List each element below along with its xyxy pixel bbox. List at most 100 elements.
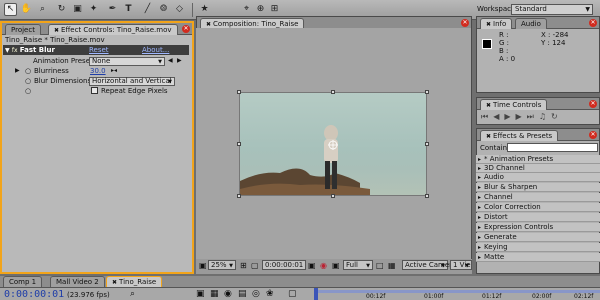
layer-handle-br[interactable] (425, 194, 429, 198)
layer-handle-bc[interactable] (331, 194, 335, 198)
fx-toggle-icon[interactable]: fx (12, 47, 18, 54)
view-layout-dropdown[interactable]: 1 View (450, 260, 472, 270)
blurriness-value[interactable]: 30.0 (90, 66, 106, 76)
close-tab-icon[interactable]: ✖ (486, 21, 491, 28)
blur-dimensions-dropdown[interactable]: Horizontal and Vertical (89, 77, 175, 86)
effects-list-item[interactable]: Blur & Sharpen (476, 183, 600, 192)
first-frame-icon[interactable]: ⏮ (481, 112, 493, 121)
stopwatch-icon[interactable]: ○ (25, 76, 31, 86)
layer-handle-ml[interactable] (237, 142, 241, 146)
zoom-dropdown[interactable]: 25% (208, 260, 236, 270)
clone-stamp-tool[interactable]: ⨷ (157, 3, 170, 16)
hide-shy-layers-icon[interactable]: ◉ (224, 289, 232, 299)
brush-tool[interactable]: ╱ (141, 3, 154, 16)
contains-search-input[interactable] (507, 143, 598, 152)
current-time-display[interactable]: 0:00:00:01 (262, 260, 307, 270)
show-channel-icon[interactable]: ◉ (320, 261, 327, 270)
about-link[interactable]: About... (142, 45, 169, 55)
zoom-tool[interactable]: ⌕ (36, 3, 49, 16)
tab-project[interactable]: Project (5, 24, 41, 35)
motion-blur-icon[interactable]: ◎ (252, 289, 260, 299)
selection-tool[interactable]: ↖ (4, 3, 17, 16)
effects-list-item[interactable]: * Animation Presets (476, 155, 600, 164)
snapshot-icon[interactable]: ▣ (308, 261, 316, 270)
region-of-interest-icon[interactable]: □ (376, 261, 384, 270)
puppet-tool[interactable]: ★ (198, 3, 211, 16)
transparency-grid-icon[interactable]: ▦ (388, 261, 396, 270)
close-panel-icon[interactable]: ✕ (461, 19, 469, 27)
timeline-search-icon[interactable]: ⌕ (130, 289, 135, 299)
brainstorm-icon[interactable]: ❀ (266, 289, 274, 299)
composition-viewer[interactable] (196, 28, 471, 259)
effects-list-item[interactable]: Channel (476, 193, 600, 202)
next-frame-icon[interactable]: ▶ (516, 112, 527, 121)
effects-list-item[interactable]: Expression Controls (476, 223, 600, 232)
effects-list-item[interactable]: Matte (476, 253, 600, 262)
resolution-dropdown[interactable]: Full (343, 260, 373, 270)
last-frame-icon[interactable]: ⏭ (527, 112, 539, 121)
tab-effect-controls[interactable]: ✖ Effect Controls: Tino_Raise.mov (48, 24, 178, 35)
disclosure-triangle-icon[interactable]: ▼ (5, 47, 10, 54)
video-frame[interactable] (239, 92, 427, 196)
close-panel-icon[interactable]: ✕ (589, 131, 597, 139)
timeline-timecode[interactable]: 0:00:00:01 (4, 289, 64, 300)
stopwatch-icon[interactable]: ○ (25, 66, 31, 76)
effects-list-item[interactable]: 3D Channel (476, 164, 600, 173)
tab-comp-1[interactable]: Comp 1 (3, 276, 43, 287)
type-tool[interactable]: T (122, 3, 135, 16)
layer-handle-tl[interactable] (237, 90, 241, 94)
eraser-tool[interactable]: ◇ (173, 3, 186, 16)
preset-next-icon[interactable]: ▶ (177, 56, 182, 66)
draft-3d-icon[interactable]: ▦ (210, 289, 219, 299)
axis-mode-view[interactable]: ⊞ (268, 3, 281, 16)
prev-frame-icon[interactable]: ◀ (493, 112, 504, 121)
effects-list-item[interactable]: Distort (476, 213, 600, 222)
workspace-dropdown[interactable]: Standard (511, 4, 593, 15)
tab-info[interactable]: ✖ Info (480, 18, 513, 29)
layer-handle-tc[interactable] (331, 90, 335, 94)
tab-mall-video-2[interactable]: Mall Video 2 (50, 276, 105, 287)
audio-icon[interactable]: ♫ (539, 112, 551, 121)
animation-presets-dropdown[interactable]: None (89, 57, 165, 66)
close-panel-icon[interactable]: ✕ (589, 100, 597, 108)
close-tab-icon[interactable]: ✖ (486, 102, 491, 109)
effects-list-item[interactable]: Keying (476, 243, 600, 252)
hand-tool[interactable]: ✋ (20, 3, 33, 16)
camera-tool[interactable]: ▣ (71, 3, 84, 16)
layer-handle-tr[interactable] (425, 90, 429, 94)
camera-view-dropdown[interactable]: Active Camera (402, 260, 456, 270)
axis-mode-local[interactable]: ⌖ (240, 3, 253, 16)
play-icon[interactable]: ▶ (504, 112, 515, 121)
effects-list-item[interactable]: Generate (476, 233, 600, 242)
effects-list-item[interactable]: Audio (476, 173, 600, 182)
expand-triangle-icon[interactable]: ▶ (15, 66, 20, 76)
frame-blending-icon[interactable]: ▤ (238, 289, 247, 299)
reset-link[interactable]: Reset (89, 45, 109, 55)
stopwatch-icon[interactable]: ○ (25, 86, 31, 96)
tab-time-controls[interactable]: ✖ Time Controls (480, 99, 548, 110)
preset-prev-icon[interactable]: ◀ (168, 56, 173, 66)
tab-audio[interactable]: Audio (515, 18, 547, 29)
work-area-bar[interactable] (318, 290, 600, 293)
close-tab-icon[interactable]: ✖ (206, 21, 211, 28)
repeat-edge-pixels-checkbox[interactable] (91, 87, 98, 94)
close-tab-icon[interactable]: ✖ (486, 133, 491, 140)
safe-zones-icon[interactable]: ⊞ (240, 261, 247, 270)
loop-icon[interactable]: ↻ (551, 112, 563, 121)
pan-behind-tool[interactable]: ✦ (87, 3, 100, 16)
resolution-icon[interactable]: ▣ (332, 261, 340, 270)
close-tab-icon[interactable]: ✖ (112, 279, 117, 286)
always-preview-icon[interactable]: ▣ (199, 261, 207, 270)
effects-list-item[interactable]: Color Correction (476, 203, 600, 212)
graph-editor-icon[interactable]: ▢ (288, 289, 297, 299)
close-panel-icon[interactable]: ✕ (589, 19, 597, 27)
close-panel-icon[interactable]: ✕ (182, 25, 190, 33)
layer-handle-mr[interactable] (425, 142, 429, 146)
close-tab-icon[interactable]: ✖ (54, 27, 59, 34)
rotate-tool[interactable]: ↻ (55, 3, 68, 16)
fast-blur-effect-header[interactable]: ▼ fx Fast Blur Reset About... (3, 45, 189, 55)
mask-view-icon[interactable]: ▢ (251, 261, 259, 270)
tab-effects-presets[interactable]: ✖ Effects & Presets (480, 130, 559, 141)
tab-tino-raise[interactable]: ✖ Tino_Raise (106, 276, 163, 287)
comp-mini-flowchart-icon[interactable]: ▣ (196, 289, 205, 299)
